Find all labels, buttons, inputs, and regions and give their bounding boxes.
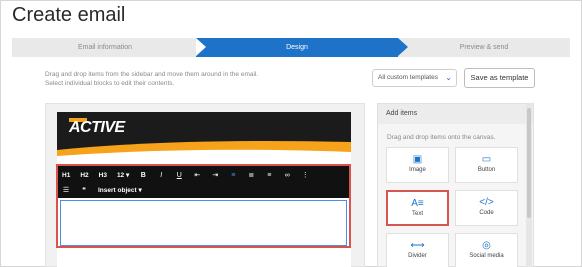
indent-icon[interactable]: ⇥ <box>211 171 219 179</box>
code-icon: </> <box>479 197 494 208</box>
chevron-down-icon: ⌄ <box>445 73 452 82</box>
divider-icon: ⟷ <box>410 240 425 251</box>
font-size-value: 12 <box>116 172 125 179</box>
template-filter-select[interactable]: All custom templates ⌄ <box>372 69 457 87</box>
insert-object-menu[interactable]: Insert object ▾ <box>98 186 142 194</box>
helper-line-1: Drag and drop items from the sidebar and… <box>45 71 259 78</box>
ordered-list-icon[interactable]: ⋮ <box>301 171 309 179</box>
save-as-template-button[interactable]: Save as template <box>464 68 535 88</box>
social-media-icon: ◎ <box>482 240 491 251</box>
align-left-icon[interactable]: ≡ <box>229 172 237 179</box>
add-item-label: Image <box>409 167 426 173</box>
header-banner-image[interactable]: ACTIVE <box>57 112 351 164</box>
sidebar-hint: Drag and drop items onto the canvas. <box>387 134 496 141</box>
bullet-list-icon[interactable]: ☰ <box>62 186 70 194</box>
button-icon: ▭ <box>481 154 492 165</box>
sidebar-scroll-thumb[interactable] <box>527 108 531 218</box>
sidebar-title: Add items <box>378 104 533 124</box>
underline-icon[interactable]: U <box>175 172 183 179</box>
add-item-button[interactable]: ▭ Button <box>455 147 518 183</box>
add-item-label: Code <box>479 210 494 216</box>
text-icon: A≡ <box>411 198 424 209</box>
toolbar-row-1: H1 H2 H3 12 ▾ B I U ⇤ ⇥ ≡ ≣ ≡ ∞ ⋮ <box>62 168 319 182</box>
add-item-label: Button <box>477 167 496 173</box>
insert-object-label: Insert object <box>98 187 137 194</box>
page-title: Create email <box>12 4 126 26</box>
toolbar-row-2: ☰ ❝ Insert object ▾ <box>62 183 152 197</box>
bold-icon[interactable]: B <box>139 172 147 179</box>
quote-icon[interactable]: ❝ <box>80 186 88 194</box>
progress-stepper: Email information Design Preview & send <box>12 38 570 57</box>
text-block-editor[interactable]: H1 H2 H3 12 ▾ B I U ⇤ ⇥ ≡ ≣ ≡ ∞ ⋮ ☰ ❝ In… <box>56 164 351 248</box>
step-design[interactable]: Design <box>196 38 398 57</box>
add-item-label: Text <box>411 211 423 217</box>
add-item-divider[interactable]: ⟷ Divider <box>386 233 449 267</box>
font-size-select[interactable]: 12 ▾ <box>117 171 129 179</box>
add-item-image[interactable]: ▣ Image <box>386 147 449 183</box>
step-arrow-notch <box>196 38 206 56</box>
add-item-label: Divider <box>408 253 427 259</box>
active-logo: ACTIVE <box>69 119 125 136</box>
align-right-icon[interactable]: ≡ <box>265 172 273 179</box>
align-center-icon[interactable]: ≣ <box>247 171 255 179</box>
template-filter-value: All custom templates <box>378 74 438 81</box>
add-item-label: Social media <box>469 253 504 259</box>
heading-2-button[interactable]: H2 <box>80 172 88 179</box>
add-item-social-media[interactable]: ◎ Social media <box>455 233 518 267</box>
italic-icon[interactable]: I <box>157 172 165 179</box>
step-email-information[interactable]: Email information <box>12 38 198 57</box>
rich-text-toolbar: H1 H2 H3 12 ▾ B I U ⇤ ⇥ ≡ ≣ ≡ ∞ ⋮ ☰ ❝ In… <box>58 166 349 198</box>
outdent-icon[interactable]: ⇤ <box>193 171 201 179</box>
step-arrow-tip <box>398 38 408 56</box>
heading-3-button[interactable]: H3 <box>99 172 107 179</box>
link-icon[interactable]: ∞ <box>283 172 291 179</box>
add-item-text[interactable]: A≡ Text <box>386 190 449 226</box>
add-item-code[interactable]: </> Code <box>455 190 518 226</box>
text-edit-area[interactable] <box>60 200 347 246</box>
helper-text: Drag and drop items from the sidebar and… <box>45 70 345 88</box>
helper-line-2: Select individual blocks to edit their c… <box>45 80 175 87</box>
step-preview-send[interactable]: Preview & send <box>398 38 570 57</box>
heading-1-button[interactable]: H1 <box>62 172 70 179</box>
image-icon: ▣ <box>412 154 423 165</box>
